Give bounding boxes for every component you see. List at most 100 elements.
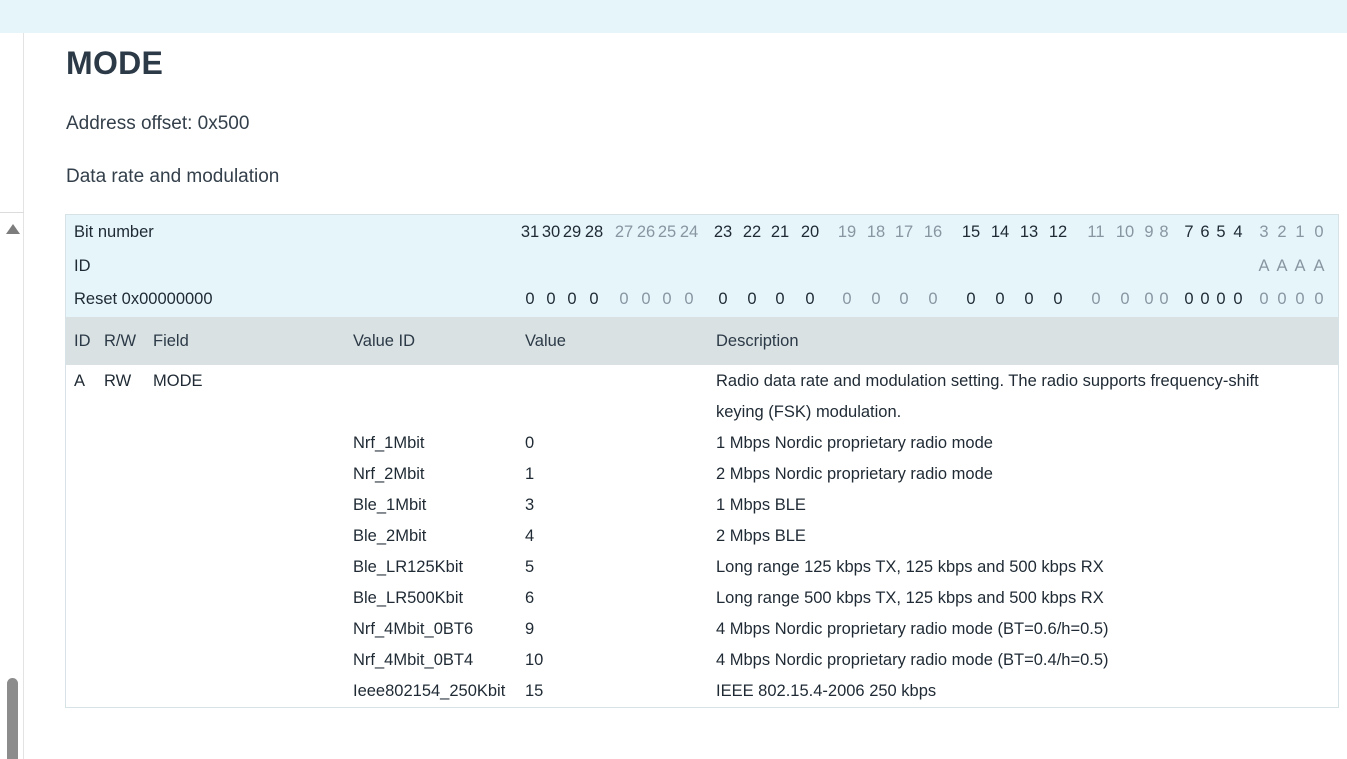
reset-bit-22: 0 bbox=[747, 290, 757, 308]
reset-bit-21: 0 bbox=[775, 290, 785, 308]
top-banner bbox=[0, 0, 1347, 33]
bit-number-17: 17 bbox=[894, 223, 914, 241]
bit-number-2: 2 bbox=[1277, 223, 1287, 241]
field-table-header: ID R/W Field Value ID Value Description bbox=[66, 317, 1338, 365]
reset-bit-14: 0 bbox=[995, 290, 1005, 308]
bit-number-8: 8 bbox=[1159, 223, 1169, 241]
page-title: MODE bbox=[66, 45, 164, 81]
reset-bit-28: 0 bbox=[589, 290, 599, 308]
reset-bit-10: 0 bbox=[1120, 290, 1130, 308]
scroll-up-arrow-icon[interactable] bbox=[6, 224, 20, 234]
reset-bit-17: 0 bbox=[899, 290, 909, 308]
value-cell: 5 bbox=[525, 558, 535, 576]
value-id-cell: Nrf_4Mbit_0BT4 bbox=[353, 651, 474, 669]
reset-bit-24: 0 bbox=[684, 290, 694, 308]
reset-bit-12: 0 bbox=[1053, 290, 1063, 308]
bit-layout-band: Bit number ID Reset 0x00000000 31 0 30 0 29 0… bbox=[66, 215, 1338, 317]
value-cell: 3 bbox=[525, 496, 535, 514]
value-description-cell: 4 Mbps Nordic proprietary radio mode (BT… bbox=[716, 620, 1109, 638]
bit-number-0: 0 bbox=[1314, 223, 1324, 241]
reset-bit-30: 0 bbox=[546, 290, 556, 308]
bit-number-label: Bit number bbox=[74, 223, 154, 241]
reset-bit-26: 0 bbox=[641, 290, 651, 308]
register-table: Bit number ID Reset 0x00000000 31 0 30 0 29 0… bbox=[65, 214, 1339, 708]
bit-number-10: 10 bbox=[1115, 223, 1135, 241]
reset-bit-13: 0 bbox=[1024, 290, 1034, 308]
bit-number-21: 21 bbox=[770, 223, 790, 241]
bit-number-14: 14 bbox=[990, 223, 1010, 241]
left-scrollbar-rail bbox=[0, 33, 24, 759]
id-bit-3: A bbox=[1258, 257, 1270, 275]
bit-number-31: 31 bbox=[520, 223, 540, 241]
id-row-label: ID bbox=[74, 257, 91, 275]
value-description-cell: IEEE 802.15.4-2006 250 kbps bbox=[716, 682, 937, 700]
value-id-cell: Ble_2Mbit bbox=[353, 527, 427, 545]
reset-bit-8: 0 bbox=[1159, 290, 1169, 308]
value-cell: 6 bbox=[525, 589, 535, 607]
reset-bit-4: 0 bbox=[1233, 290, 1243, 308]
header-value-id: Value ID bbox=[353, 332, 416, 350]
reset-bit-29: 0 bbox=[567, 290, 577, 308]
reset-bit-31: 0 bbox=[525, 290, 535, 308]
bit-number-4: 4 bbox=[1233, 223, 1243, 241]
reset-bit-25: 0 bbox=[662, 290, 672, 308]
bit-number-1: 1 bbox=[1295, 223, 1305, 241]
bit-number-19: 19 bbox=[837, 223, 857, 241]
header-value: Value bbox=[525, 332, 566, 350]
bit-number-23: 23 bbox=[713, 223, 733, 241]
reset-bit-20: 0 bbox=[805, 290, 815, 308]
value-description-cell: 2 Mbps BLE bbox=[716, 527, 806, 545]
id-bit-2: A bbox=[1276, 257, 1288, 275]
field-description-line1: Radio data rate and modulation setting. … bbox=[716, 372, 1259, 390]
value-id-cell: Ieee802154_250Kbit bbox=[353, 682, 506, 700]
value-id-cell: Ble_LR125Kbit bbox=[353, 558, 464, 576]
value-cell: 10 bbox=[525, 651, 544, 669]
value-description-cell: Long range 500 kbps TX, 125 kbps and 500… bbox=[716, 589, 1104, 607]
reset-row-label: Reset 0x00000000 bbox=[74, 290, 213, 308]
bit-number-13: 13 bbox=[1019, 223, 1039, 241]
header-rw: R/W bbox=[104, 332, 137, 350]
id-bit-1: A bbox=[1294, 257, 1306, 275]
scrollbar-thumb[interactable] bbox=[7, 678, 18, 759]
reset-bit-23: 0 bbox=[718, 290, 728, 308]
bit-number-27: 27 bbox=[614, 223, 634, 241]
reset-bit-2: 0 bbox=[1277, 290, 1287, 308]
value-description-cell: 1 Mbps BLE bbox=[716, 496, 806, 514]
header-id: ID bbox=[74, 332, 91, 350]
reset-bit-3: 0 bbox=[1259, 290, 1269, 308]
value-description-cell: Long range 125 kbps TX, 125 kbps and 500… bbox=[716, 558, 1104, 576]
bit-number-30: 30 bbox=[541, 223, 561, 241]
bit-number-26: 26 bbox=[636, 223, 656, 241]
field-id: A bbox=[74, 372, 86, 390]
value-description-cell: 1 Mbps Nordic proprietary radio mode bbox=[716, 434, 993, 452]
value-id-cell: Ble_1Mbit bbox=[353, 496, 427, 514]
bit-number-18: 18 bbox=[866, 223, 886, 241]
value-id-cell: Nrf_1Mbit bbox=[353, 434, 425, 452]
reset-bit-1: 0 bbox=[1295, 290, 1305, 308]
reset-bit-11: 0 bbox=[1091, 290, 1101, 308]
value-cell: 1 bbox=[525, 465, 535, 483]
bit-number-11: 11 bbox=[1087, 223, 1105, 241]
value-id-cell: Nrf_2Mbit bbox=[353, 465, 425, 483]
bit-number-28: 28 bbox=[584, 223, 604, 241]
bit-number-12: 12 bbox=[1048, 223, 1068, 241]
field-description-line2: keying (FSK) modulation. bbox=[716, 403, 902, 421]
bit-number-25: 25 bbox=[657, 223, 677, 241]
reset-bit-15: 0 bbox=[966, 290, 976, 308]
bit-number-20: 20 bbox=[800, 223, 820, 241]
scrollbar-divider bbox=[0, 212, 24, 213]
bit-number-16: 16 bbox=[923, 223, 943, 241]
value-description-cell: 4 Mbps Nordic proprietary radio mode (BT… bbox=[716, 651, 1109, 669]
register-description: Data rate and modulation bbox=[66, 166, 280, 187]
field-rw: RW bbox=[104, 372, 132, 390]
value-description-cell: 2 Mbps Nordic proprietary radio mode bbox=[716, 465, 993, 483]
reset-bit-16: 0 bbox=[928, 290, 938, 308]
value-cell: 15 bbox=[525, 682, 544, 700]
value-cell: 4 bbox=[525, 527, 535, 545]
bit-number-24: 24 bbox=[679, 223, 699, 241]
reset-bit-19: 0 bbox=[842, 290, 852, 308]
header-description: Description bbox=[716, 332, 799, 350]
bit-number-22: 22 bbox=[742, 223, 762, 241]
bit-number-29: 29 bbox=[562, 223, 582, 241]
value-cell: 9 bbox=[525, 620, 535, 638]
